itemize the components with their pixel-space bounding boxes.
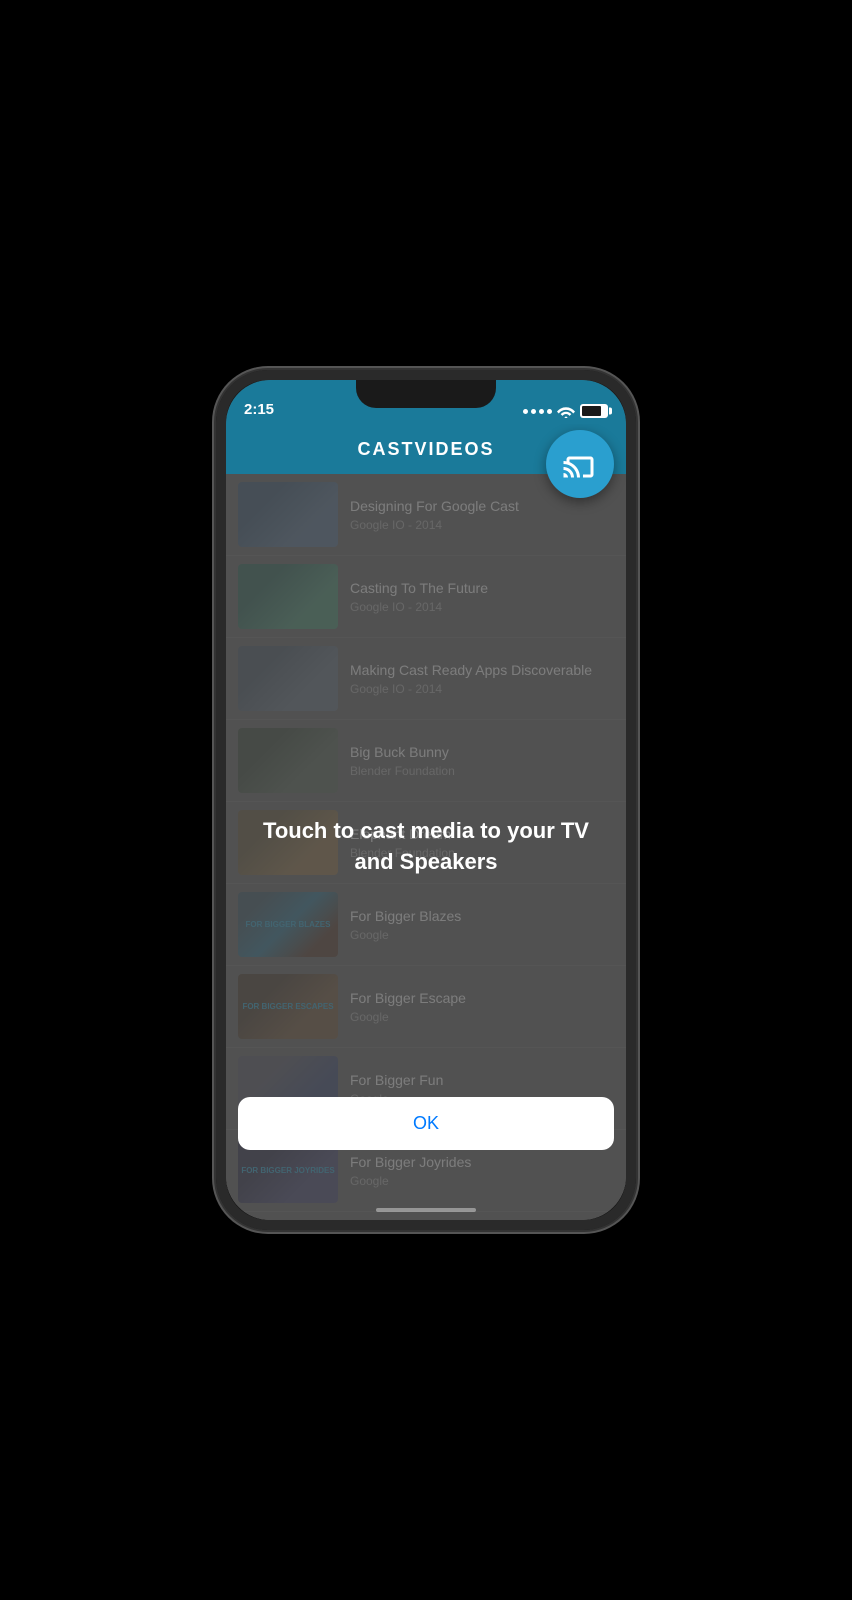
home-indicator (376, 1208, 476, 1212)
wifi-icon (557, 404, 575, 418)
status-icons (523, 404, 608, 418)
status-time: 2:15 (244, 401, 274, 418)
screen: 2:15 CASTVIDEOS (226, 380, 626, 1220)
cast-fab-button[interactable] (546, 430, 614, 498)
app-title: CASTVIDEOS (357, 439, 494, 460)
cast-toast-text: Touch to cast media to your TV and Speak… (226, 796, 626, 898)
signal-dots-icon (523, 409, 552, 414)
notch (356, 380, 496, 408)
phone-frame: 2:15 CASTVIDEOS (216, 370, 636, 1230)
battery-icon (580, 404, 608, 418)
ok-button-container: OK (226, 1097, 626, 1150)
ok-button[interactable]: OK (238, 1097, 614, 1150)
cast-icon (562, 446, 598, 482)
title-prefix: CAST (357, 439, 414, 459)
title-suffix: VIDEOS (414, 439, 494, 459)
